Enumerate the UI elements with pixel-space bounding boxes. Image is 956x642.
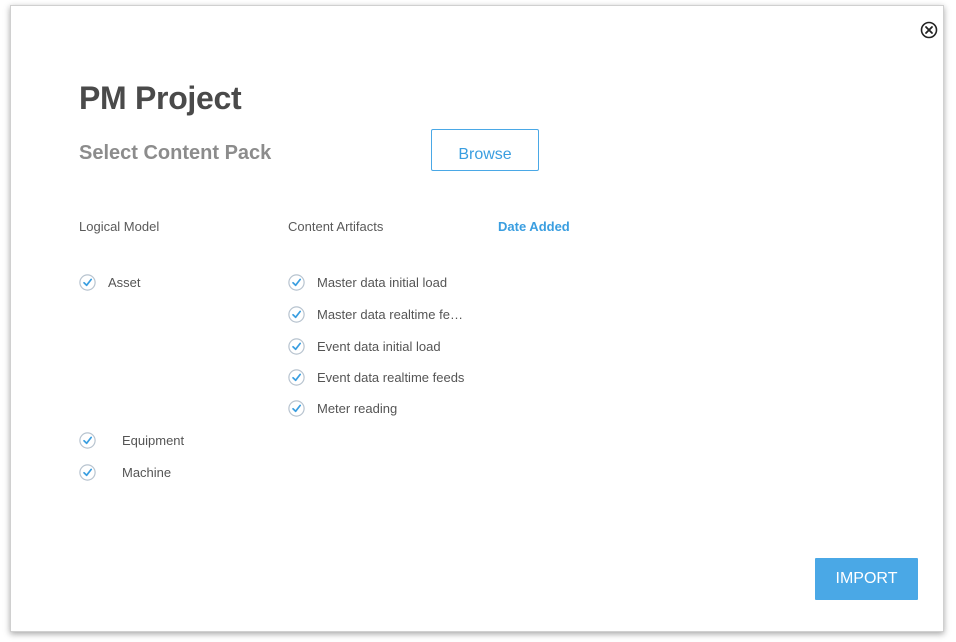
artifact-item-master-data-realtime-feeds[interactable]: Master data realtime fe… [288,304,463,324]
checkmark-circle-icon [79,273,96,291]
close-icon[interactable] [920,21,938,39]
checkmark-circle-icon [79,431,96,449]
artifact-item-event-data-initial-load[interactable]: Event data initial load [288,336,441,356]
item-label: Equipment [122,432,185,448]
checkmark-circle-icon [288,273,305,291]
logical-model-item-machine[interactable]: Machine [79,462,171,482]
artifact-item-event-data-realtime-feeds[interactable]: Event data realtime feeds [288,367,464,387]
checkmark-circle-icon [288,399,305,417]
select-content-pack-heading: Select Content Pack [79,142,272,164]
import-button[interactable]: IMPORT [815,558,918,600]
artifact-item-meter-reading[interactable]: Meter reading [288,398,397,418]
item-label: Master data realtime fe… [317,306,463,322]
artifact-item-master-data-initial-load[interactable]: Master data initial load [288,272,447,292]
logical-model-header: Logical Model [79,219,160,234]
logical-model-item-equipment[interactable]: Equipment [79,430,184,450]
item-label: Master data initial load [317,274,448,290]
logical-model-item-asset[interactable]: Asset [79,272,141,292]
browse-button[interactable]: Browse [431,129,539,171]
checkmark-circle-icon [288,368,305,386]
item-label: Meter reading [317,400,398,416]
page-title: PM Project [79,80,242,116]
item-label: Event data initial load [317,338,441,354]
checkmark-circle-icon [79,463,96,481]
content-artifacts-header: Content Artifacts [288,219,384,234]
item-label: Machine [122,464,172,480]
checkmark-circle-icon [288,337,305,355]
date-added-sort-link[interactable]: Date Added [498,219,570,234]
item-label: Asset [108,274,141,290]
checkmark-circle-icon [288,305,305,323]
item-label: Event data realtime feeds [317,369,465,385]
